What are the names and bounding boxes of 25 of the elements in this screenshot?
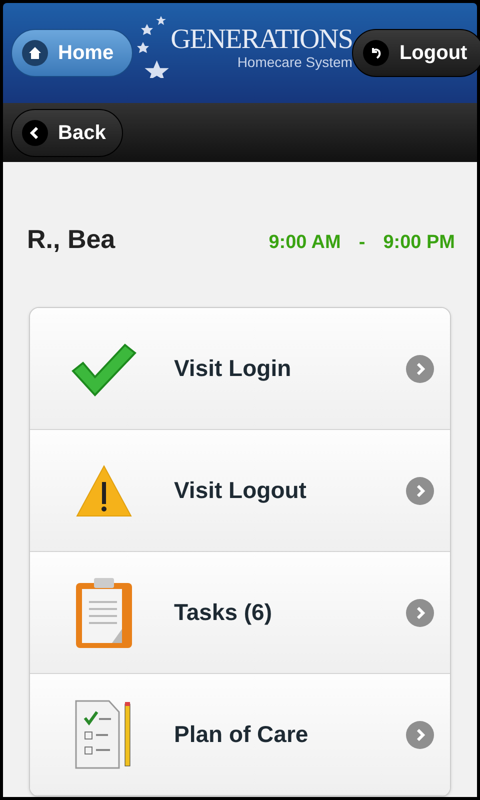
menu-item[interactable]: Visit Login bbox=[30, 308, 450, 430]
back-button[interactable]: Back bbox=[11, 108, 123, 157]
checklist-icon bbox=[75, 700, 133, 770]
logout-button[interactable]: Logout bbox=[352, 29, 480, 78]
logo-subtitle: Homecare System bbox=[237, 54, 352, 70]
home-icon bbox=[22, 40, 48, 66]
chevron-icon bbox=[406, 354, 434, 382]
undo-icon bbox=[363, 40, 390, 66]
menu-item[interactable]: Tasks (6) bbox=[30, 552, 450, 674]
client-name: R., Bea bbox=[26, 223, 116, 256]
menu-item[interactable]: Plan of Care bbox=[30, 674, 450, 796]
chevron-icon bbox=[406, 598, 434, 626]
start-time: 9:00 AM bbox=[268, 230, 341, 254]
end-time: 9:00 PM bbox=[383, 230, 455, 254]
clipboard-icon bbox=[75, 576, 133, 648]
menu-item-label: Tasks (6) bbox=[173, 598, 274, 628]
menu-item[interactable]: Visit Logout bbox=[30, 430, 450, 552]
menu-item-label: Visit Login bbox=[173, 354, 292, 384]
chevron-icon bbox=[406, 476, 434, 504]
menu-item-label: Plan of Care bbox=[173, 720, 310, 750]
menu-item-label: Visit Logout bbox=[173, 476, 308, 506]
logo-title: GENERATIONS bbox=[170, 24, 352, 55]
warning-icon bbox=[75, 464, 133, 518]
time-separator: - bbox=[358, 230, 366, 254]
chevron-icon bbox=[406, 720, 434, 748]
